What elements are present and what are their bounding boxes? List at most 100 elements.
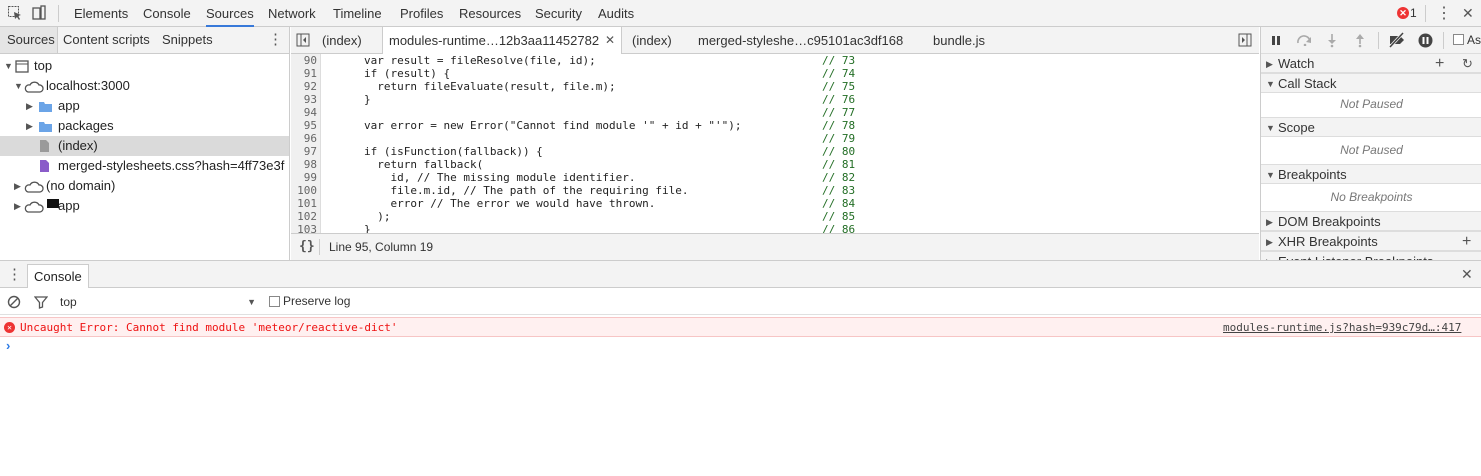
collapsed-arrow-icon[interactable]: ▶ [14, 196, 21, 216]
tree-item-extension-app[interactable]: ▶ app [0, 196, 289, 216]
collapsed-arrow-icon[interactable]: ▶ [14, 176, 21, 196]
editor-status-bar: {} Line 95, Column 19 [291, 233, 1259, 260]
scope-empty: Not Paused [1340, 143, 1403, 157]
code-line: 99 id, // The missing module identifier.… [303, 171, 856, 184]
async-checkbox[interactable] [1453, 34, 1464, 45]
deactivate-breakpoints-icon[interactable] [1387, 31, 1407, 51]
code-line: 103}// 86 [297, 223, 856, 233]
code-editor[interactable]: 90 var result = fileResolve(file, id);// … [291, 54, 1259, 233]
pane-event-listener-breakpoints-header[interactable]: ▶ Event Listener Breakpoints [1261, 251, 1481, 260]
tree-item-localhost[interactable]: ▼ localhost:3000 [0, 76, 289, 96]
refresh-icon[interactable]: ↻ [1462, 54, 1473, 74]
filter-icon[interactable] [33, 295, 49, 312]
close-devtools-icon[interactable]: ✕ [1462, 0, 1474, 27]
expanded-arrow-icon: ▼ [1266, 123, 1275, 133]
console-input[interactable] [20, 339, 1470, 355]
code-line: 102 );// 85 [297, 210, 856, 223]
tab-security[interactable]: Security [535, 0, 582, 27]
nav-tab-snippets[interactable]: Snippets [162, 27, 213, 53]
tab-resources[interactable]: Resources [459, 0, 521, 27]
step-out-icon[interactable] [1355, 33, 1365, 51]
call-stack-empty: Not Paused [1340, 97, 1403, 111]
tab-console[interactable]: Console [143, 0, 191, 27]
code-line: 92 return fileEvaluate(result, file.m); /… [303, 80, 856, 93]
inspect-element-icon[interactable] [7, 5, 25, 21]
tree-item-stylesheet[interactable]: merged-stylesheets.css?hash=4ff73e3f [0, 156, 289, 176]
add-xhr-breakpoint-icon[interactable]: + [1462, 232, 1471, 252]
close-drawer-icon[interactable]: ✕ [1461, 261, 1473, 288]
pane-call-stack-header[interactable]: ▼ Call Stack [1261, 73, 1481, 93]
add-watch-icon[interactable]: + [1435, 54, 1444, 74]
editor-tab-stylesheet[interactable]: merged-styleshe…c95101ac3df168 [692, 27, 909, 54]
editor-tab-label: modules-runtime…12b3aa11452782 [389, 33, 600, 48]
error-icon: ✕ [4, 322, 15, 333]
code-line: 97 if (isFunction(fallback)) {// 80 [303, 145, 856, 158]
customize-menu-icon[interactable]: ⋮ [1436, 0, 1452, 27]
editor-tab-bundle[interactable]: bundle.js [927, 27, 991, 54]
css-file-icon [39, 159, 50, 176]
tree-item-app-folder[interactable]: ▶ app [0, 96, 289, 116]
pane-title: Call Stack [1278, 76, 1337, 91]
toolbar-divider [1443, 32, 1444, 49]
main-toolbar: Elements Console Sources Network Timelin… [0, 0, 1481, 27]
pause-icon[interactable] [1271, 35, 1282, 49]
tab-profiles[interactable]: Profiles [400, 0, 443, 27]
expanded-arrow-icon[interactable]: ▼ [4, 56, 13, 76]
tree-item-label: top [34, 58, 53, 73]
tree-item-label: localhost:3000 [46, 78, 130, 93]
pane-scope-header[interactable]: ▼ Scope [1261, 117, 1481, 137]
code-line: 93}// 76 [303, 93, 856, 106]
tab-network[interactable]: Network [268, 0, 316, 27]
tab-timeline[interactable]: Timeline [333, 0, 382, 27]
pane-title: DOM Breakpoints [1278, 214, 1381, 229]
context-select[interactable]: top ▼ [58, 292, 258, 312]
nav-tab-sources[interactable]: Sources [0, 27, 58, 53]
pane-breakpoints-header[interactable]: ▼ Breakpoints [1261, 164, 1481, 184]
code-line: 100 file.m.id, // The path of the requir… [297, 184, 856, 197]
clear-console-icon[interactable] [7, 295, 21, 312]
navigator-menu-icon[interactable]: ⋮ [268, 27, 283, 53]
breakpoints-empty: No Breakpoints [1330, 190, 1413, 204]
pretty-print-button[interactable]: {} [299, 234, 315, 260]
toggle-debugger-sidebar-icon[interactable] [1238, 33, 1252, 50]
collapsed-arrow-icon: ▶ [1266, 252, 1273, 260]
device-mode-icon[interactable] [31, 5, 49, 21]
editor-tab-modules-runtime[interactable]: modules-runtime…12b3aa11452782 ✕ [382, 27, 623, 55]
drawer-menu-icon[interactable]: ⋮ [7, 261, 22, 288]
preserve-log-checkbox[interactable] [269, 296, 280, 307]
drawer-tab-console[interactable]: Console [27, 264, 89, 288]
error-count[interactable]: 1 [1410, 0, 1417, 27]
tree-item-no-domain[interactable]: ▶ (no domain) [0, 176, 289, 196]
tree-item-packages-folder[interactable]: ▶ packages [0, 116, 289, 136]
toolbar-divider [1378, 32, 1379, 49]
debugger-sidebar: As ▶ Watch + ↻ ▼ Call Stack Not Paused ▼… [1260, 27, 1481, 260]
error-icon[interactable]: ✕ [1397, 7, 1409, 19]
editor-tab-index-2[interactable]: (index) [626, 27, 678, 54]
tab-sources[interactable]: Sources [206, 0, 254, 27]
code-line: 90 var result = fileResolve(file, id);// … [303, 54, 856, 67]
pane-dom-breakpoints-header[interactable]: ▶ DOM Breakpoints [1261, 211, 1481, 231]
nav-tab-content-scripts[interactable]: Content scripts [63, 27, 150, 53]
editor-tab-index[interactable]: (index) [316, 27, 368, 54]
error-source-link[interactable]: modules-runtime.js?hash=939c79d…:417 [1223, 318, 1461, 337]
tree-item-index[interactable]: (index) [0, 136, 289, 156]
close-tab-icon[interactable]: ✕ [605, 27, 615, 54]
tree-item-label: (no domain) [46, 178, 116, 193]
pane-watch-header[interactable]: ▶ Watch + ↻ [1261, 53, 1481, 73]
tab-elements[interactable]: Elements [74, 0, 128, 27]
expanded-arrow-icon[interactable]: ▼ [14, 76, 23, 96]
collapsed-arrow-icon[interactable]: ▶ [26, 96, 33, 116]
tab-audits[interactable]: Audits [598, 0, 634, 27]
toggle-navigator-icon[interactable] [296, 33, 310, 50]
editor-tabs: (index) modules-runtime…12b3aa11452782 ✕… [291, 27, 1259, 55]
cloud-icon [24, 199, 44, 216]
step-into-icon[interactable] [1327, 33, 1337, 51]
tree-item-label: app [58, 198, 80, 213]
preserve-log-label: Preserve log [283, 294, 351, 308]
code-line: 98 return fallback(// 81 [303, 158, 856, 171]
step-over-icon[interactable] [1296, 34, 1314, 49]
collapsed-arrow-icon[interactable]: ▶ [26, 116, 33, 136]
pause-on-exceptions-icon[interactable] [1418, 33, 1433, 51]
pane-xhr-breakpoints-header[interactable]: ▶ XHR Breakpoints + [1261, 231, 1481, 251]
tree-item-top[interactable]: ▼ top [0, 56, 289, 76]
